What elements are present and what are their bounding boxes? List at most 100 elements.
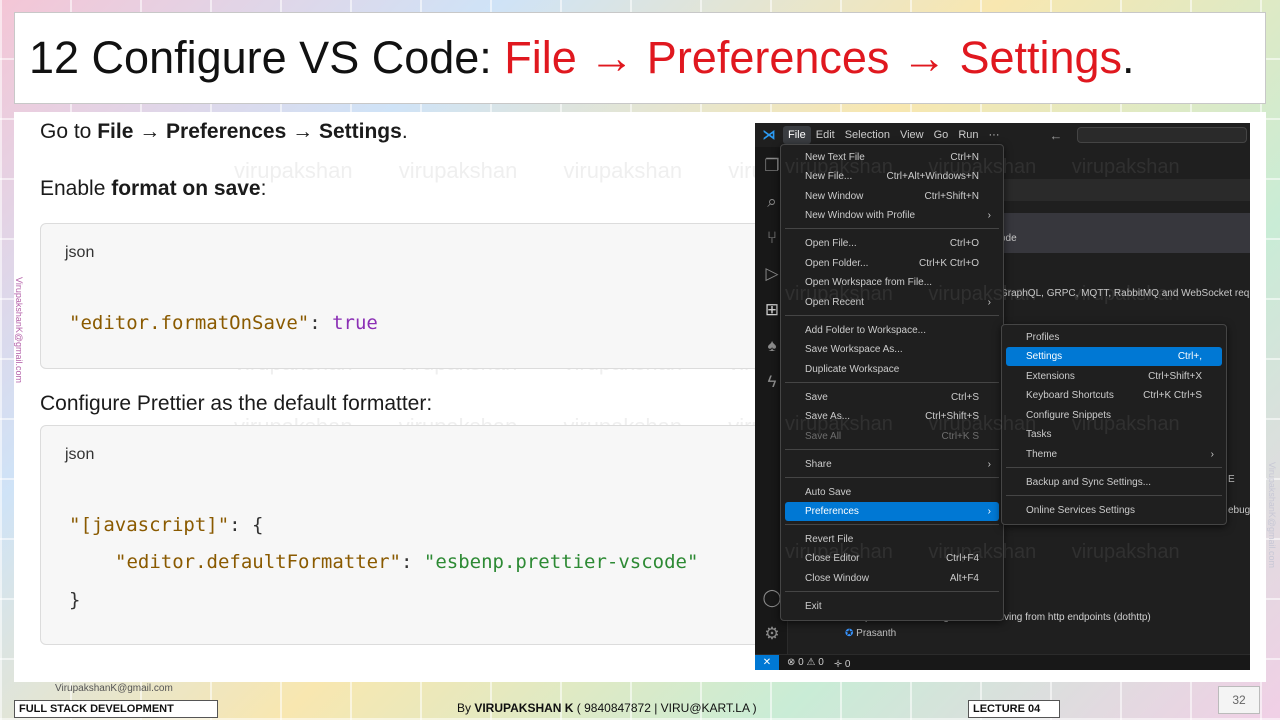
menu-separator	[1006, 467, 1222, 468]
menu-item-configure-snippets[interactable]: Configure Snippets	[1006, 406, 1222, 425]
code-value: "esbenp.prettier-vscode"	[423, 551, 699, 573]
command-center-search[interactable]	[1077, 127, 1247, 143]
menu-item-open-folder[interactable]: Open Folder... Ctrl+K Ctrl+O	[785, 254, 999, 273]
menu-label: Tasks	[1026, 429, 1052, 440]
menu-item-auto-save[interactable]: Auto Save	[785, 483, 999, 502]
menu-label: Preferences	[805, 506, 859, 517]
menu-item-add-folder[interactable]: Add Folder to Workspace...	[785, 321, 999, 340]
menu-shortcut: Ctrl+Shift+S	[925, 411, 979, 422]
menu-item-new-text-file[interactable]: New Text File Ctrl+N	[785, 148, 999, 167]
vscode-logo-icon: ⋊	[762, 127, 776, 142]
problems-indicator[interactable]: ⊗ 0 ⚠ 0	[787, 657, 824, 668]
menu-separator	[785, 315, 999, 316]
vscode-window: ode GraphQL, GRPC, MQTT, RabbitMQ and We…	[755, 123, 1250, 670]
menu-item-settings[interactable]: Settings Ctrl+,	[1006, 347, 1222, 366]
menu-shortcut: Ctrl+K Ctrl+O	[918, 258, 979, 269]
menu-item-preferences[interactable]: Preferences ›	[785, 502, 999, 521]
code-key: "[javascript]"	[69, 514, 230, 536]
code-lang-label: json	[65, 446, 95, 463]
menu-label: Close Window	[805, 573, 869, 584]
menu-item-duplicate-workspace[interactable]: Duplicate Workspace	[785, 360, 999, 379]
menu-label: Exit	[805, 601, 822, 612]
menubar-go[interactable]: Go	[929, 126, 954, 144]
menu-item-tasks[interactable]: Tasks	[1006, 425, 1222, 444]
menu-label: Configure Snippets	[1026, 410, 1112, 421]
menubar-selection[interactable]: Selection	[840, 126, 895, 144]
code-brace-close: }	[69, 589, 81, 611]
menu-label: Close Editor	[805, 553, 860, 564]
menu-label: Open Folder...	[805, 258, 869, 269]
code-line: "[javascript]": {	[69, 514, 263, 536]
menu-label: Save As...	[805, 411, 851, 422]
menu-separator	[785, 382, 999, 383]
menu-item-share[interactable]: Share ›	[785, 455, 999, 474]
menu-label: New Window with Profile	[805, 210, 916, 221]
menu-item-save-workspace-as[interactable]: Save Workspace As...	[785, 340, 999, 359]
ports-indicator[interactable]: 🝊 0	[834, 652, 851, 670]
menu-item-save[interactable]: Save Ctrl+S	[785, 388, 999, 407]
menubar-more[interactable]: ···	[984, 126, 1005, 144]
bg-text-graphql: GraphQL, GRPC, MQTT, RabbitMQ and WebSoc…	[1000, 288, 1250, 299]
menu-separator	[785, 524, 999, 525]
menu-label: Online Services Settings	[1026, 505, 1135, 516]
menu-item-exit[interactable]: Exit	[785, 597, 999, 616]
instruction-goto-prefix: Go to	[40, 120, 98, 143]
code-key: "editor.formatOnSave"	[69, 312, 310, 334]
manage-gear-icon[interactable]: ⚙	[761, 623, 783, 645]
menu-shortcut: Ctrl+Shift+N	[924, 191, 979, 202]
menubar-view[interactable]: View	[895, 126, 929, 144]
instruction-enable-suffix: :	[260, 177, 267, 200]
slide-title-highlight: File → Preferences → Settings	[504, 32, 1123, 83]
menu-item-save-as[interactable]: Save As... Ctrl+Shift+S	[785, 407, 999, 426]
instruction-enable-prefix: Enable	[40, 177, 112, 200]
instruction-goto: Go to File → Preferences → Settings.	[40, 120, 408, 144]
menu-item-revert-file[interactable]: Revert File	[785, 530, 999, 549]
instruction-enable-setting: format on save	[111, 177, 261, 200]
menu-label: Theme	[1026, 449, 1058, 460]
menu-item-save-all[interactable]: Save All Ctrl+K S	[785, 427, 999, 446]
footer-author: By VIRUPAKSHAN K ( 9840847872 | VIRU@KAR…	[457, 701, 757, 715]
menu-item-new-window[interactable]: New Window Ctrl+Shift+N	[785, 187, 999, 206]
menubar-edit[interactable]: Edit	[811, 126, 840, 144]
code-line: "editor.defaultFormatter": "esbenp.prett…	[115, 551, 698, 573]
footer-author-name: VIRUPAKSHAN K	[474, 701, 574, 715]
side-watermark: VirupakshanK@gmail.com	[14, 277, 24, 384]
code-line: "editor.formatOnSave": true	[69, 312, 378, 334]
code-colon: :	[309, 312, 333, 334]
code-block-format-on-save: json "editor.formatOnSave": true	[40, 223, 770, 369]
menu-item-profiles[interactable]: Profiles	[1006, 328, 1222, 347]
menu-label: Save Workspace As...	[805, 344, 903, 355]
code-block-prettier: json "[javascript]": { "editor.defaultFo…	[40, 425, 770, 645]
menu-shortcut: Ctrl+Alt+Windows+N	[886, 171, 979, 182]
menu-item-open-file[interactable]: Open File... Ctrl+O	[785, 234, 999, 253]
menu-item-close-editor[interactable]: Close Editor Ctrl+F4	[785, 549, 999, 568]
menubar-file[interactable]: File	[783, 126, 811, 144]
instruction-enable: Enable format on save:	[40, 177, 266, 201]
menu-label: Open Recent	[805, 297, 864, 308]
menu-item-close-window[interactable]: Close Window Alt+F4	[785, 569, 999, 588]
slide-title: 12 Configure VS Code: File → Preferences…	[14, 12, 1266, 104]
menu-item-extensions[interactable]: Extensions Ctrl+Shift+X	[1006, 367, 1222, 386]
side-watermark-right: VirupakshanK@gmail.com	[1267, 462, 1277, 569]
remote-indicator-icon[interactable]: ✕	[755, 654, 779, 670]
code-key: "editor.defaultFormatter"	[115, 551, 401, 573]
menubar-run[interactable]: Run	[953, 126, 983, 144]
menu-item-backup-sync[interactable]: Backup and Sync Settings...	[1006, 473, 1222, 492]
menu-item-online-services[interactable]: Online Services Settings	[1006, 501, 1222, 520]
menu-item-new-window-with-profile[interactable]: New Window with Profile ›	[785, 206, 999, 225]
menu-item-open-workspace[interactable]: Open Workspace from File...	[785, 273, 999, 292]
slide-title-suffix: .	[1122, 32, 1135, 83]
menu-label: Open Workspace from File...	[805, 277, 933, 288]
chevron-right-icon: ›	[987, 210, 991, 221]
footer-by-prefix: By	[457, 701, 475, 715]
menu-item-new-file[interactable]: New File... Ctrl+Alt+Windows+N	[785, 167, 999, 186]
status-bar: ✕ ⊗ 0 ⚠ 0 🝊 0	[755, 654, 1250, 670]
bg-text-publisher: ✪ Prasanth	[845, 628, 896, 639]
menu-label: Profiles	[1026, 332, 1060, 343]
menu-item-keyboard-shortcuts[interactable]: Keyboard Shortcuts Ctrl+K Ctrl+S	[1006, 386, 1222, 405]
menu-label: Extensions	[1026, 371, 1075, 382]
menu-shortcut: Alt+F4	[949, 573, 979, 584]
menu-item-theme[interactable]: Theme ›	[1006, 445, 1222, 464]
instruction-goto-path: File → Preferences → Settings	[97, 120, 402, 143]
menu-item-open-recent[interactable]: Open Recent ›	[785, 293, 999, 312]
